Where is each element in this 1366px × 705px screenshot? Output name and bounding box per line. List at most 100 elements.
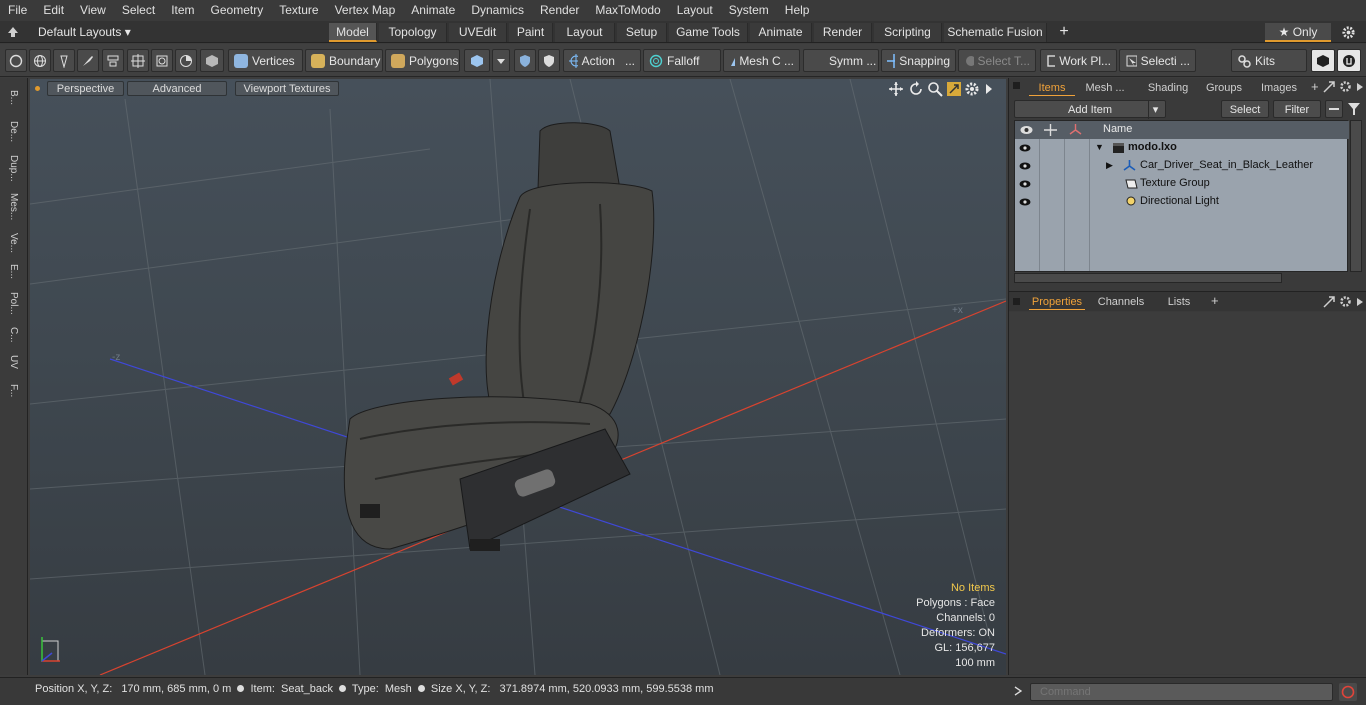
collapse-button[interactable] <box>1325 100 1343 118</box>
collapse-arrow-icon[interactable] <box>6 26 20 38</box>
menu-texture[interactable]: Texture <box>271 0 326 21</box>
tab-animate[interactable]: Animate <box>750 23 812 42</box>
item-row-car-seat[interactable]: ▶ Car_Driver_Seat_in_Black_Leather <box>1015 157 1349 175</box>
menu-dynamics[interactable]: Dynamics <box>463 0 532 21</box>
3d-viewport[interactable]: -z +x Perspective Advanced Viewport Text… <box>30 79 1006 675</box>
menu-animate[interactable]: Animate <box>403 0 463 21</box>
tab-groups[interactable]: Groups <box>1199 80 1249 96</box>
select-through-button[interactable]: Select T... <box>958 49 1036 72</box>
left-tab-vertex[interactable]: Ve... <box>4 228 22 258</box>
left-tab-basic[interactable]: B... <box>4 82 22 114</box>
selection-sets-button[interactable]: Selecti ... <box>1119 49 1196 72</box>
menu-help[interactable]: Help <box>777 0 818 21</box>
viewport-textures-button[interactable]: Viewport Textures <box>235 81 339 96</box>
tab-channels[interactable]: Channels <box>1095 294 1147 310</box>
panel-expand-icon[interactable] <box>1323 296 1335 308</box>
visibility-eye-icon[interactable] <box>1019 178 1031 190</box>
add-item-button[interactable]: Add Item ▾ <box>1014 100 1166 119</box>
select-circle-button[interactable] <box>5 49 27 72</box>
record-button[interactable] <box>1339 683 1357 701</box>
expand-arrow-icon[interactable]: ▶ <box>1106 160 1113 171</box>
brush-button[interactable] <box>77 49 99 72</box>
gear-icon[interactable] <box>1341 25 1356 40</box>
menu-geometry[interactable]: Geometry <box>203 0 272 21</box>
item-list-hscrollbar[interactable] <box>1014 273 1282 283</box>
shield-button-2[interactable] <box>538 49 560 72</box>
globe-button[interactable] <box>29 49 51 72</box>
viewport-expand-icon[interactable] <box>984 83 994 95</box>
item-row-modo-lxo[interactable]: ▼ modo.lxo <box>1015 139 1349 157</box>
menu-edit[interactable]: Edit <box>35 0 72 21</box>
tab-setup[interactable]: Setup <box>617 23 667 42</box>
tab-game-tools[interactable]: Game Tools <box>669 23 748 42</box>
menu-file[interactable]: File <box>0 0 35 21</box>
tab-mesh[interactable]: Mesh ... <box>1081 80 1129 96</box>
add-item-chevron-icon[interactable]: ▾ <box>1148 101 1162 119</box>
workplane-button[interactable]: Work Pl... <box>1040 49 1117 72</box>
advanced-button[interactable]: Advanced <box>127 81 227 96</box>
expand-arrow-icon[interactable]: ▼ <box>1095 142 1104 152</box>
panel-arrow-icon[interactable] <box>1356 82 1364 92</box>
tab-scripting[interactable]: Scripting <box>874 23 942 42</box>
tab-topology[interactable]: Topology <box>379 23 447 42</box>
visibility-eye-icon[interactable] <box>1019 160 1031 172</box>
pie-button[interactable] <box>175 49 197 72</box>
name-column-header[interactable]: Name <box>1103 123 1132 135</box>
filter-button[interactable]: Filter <box>1273 100 1321 118</box>
zoom-view-icon[interactable] <box>927 81 943 97</box>
menu-maxtomodo[interactable]: MaxToModo <box>587 0 668 21</box>
left-tab-deform[interactable]: De... <box>4 116 22 148</box>
menu-render[interactable]: Render <box>532 0 587 21</box>
panel-expand-icon[interactable] <box>1323 81 1335 93</box>
visibility-eye-icon[interactable] <box>1019 196 1031 208</box>
menu-select[interactable]: Select <box>114 0 163 21</box>
align-button[interactable] <box>102 49 124 72</box>
tab-lists[interactable]: Lists <box>1155 294 1203 310</box>
item-row-directional-light[interactable]: Directional Light <box>1015 193 1349 211</box>
action-center-button[interactable]: Action... <box>563 49 641 72</box>
select-button[interactable]: Select <box>1221 100 1269 118</box>
tab-properties[interactable]: Properties <box>1029 294 1085 310</box>
add-tab-button[interactable]: + <box>1056 22 1072 41</box>
layouts-dropdown[interactable]: Default Layouts ▾ <box>6 23 131 41</box>
add-properties-tab-button[interactable]: + <box>1211 293 1223 308</box>
viewport-gear-icon[interactable] <box>964 81 980 97</box>
left-tab-fusion[interactable]: F... <box>4 376 22 406</box>
left-tab-polygon[interactable]: Pol... <box>4 286 22 320</box>
menu-vertex-map[interactable]: Vertex Map <box>327 0 404 21</box>
item-list-scrollbar[interactable] <box>1350 120 1362 272</box>
tab-render[interactable]: Render <box>814 23 872 42</box>
falloff-button[interactable]: Falloff <box>643 49 721 72</box>
item-row-texture-group[interactable]: Texture Group <box>1015 175 1349 193</box>
only-toggle[interactable]: ★ Only <box>1265 23 1331 42</box>
left-tab-duplicate[interactable]: Dup... <box>4 150 22 186</box>
mesh-constraint-button[interactable]: Mesh C ... <box>723 49 800 72</box>
unity-button[interactable] <box>1311 49 1335 72</box>
add-panel-tab-button[interactable]: + <box>1311 79 1323 95</box>
visibility-eye-icon[interactable] <box>1019 142 1031 154</box>
menu-view[interactable]: View <box>72 0 114 21</box>
frame-button[interactable] <box>151 49 173 72</box>
tab-shading[interactable]: Shading <box>1137 80 1199 96</box>
item-mode-button[interactable] <box>200 49 224 72</box>
left-tab-curve[interactable]: C... <box>4 322 22 348</box>
move-view-icon[interactable] <box>888 81 904 97</box>
panel-gear-icon[interactable] <box>1339 80 1352 93</box>
filter-funnel-icon[interactable] <box>1347 102 1361 116</box>
menu-item[interactable]: Item <box>163 0 202 21</box>
maximize-view-icon[interactable] <box>946 81 962 97</box>
menu-system[interactable]: System <box>721 0 777 21</box>
tab-model[interactable]: Model <box>329 23 377 42</box>
pen-button[interactable] <box>53 49 75 72</box>
left-tab-mesh[interactable]: Mes... <box>4 188 22 226</box>
snapping-button[interactable]: Snapping <box>881 49 956 72</box>
left-tab-edge[interactable]: E... <box>4 260 22 284</box>
command-input[interactable] <box>1030 683 1333 701</box>
tab-layout[interactable]: Layout <box>555 23 615 42</box>
menu-layout[interactable]: Layout <box>669 0 721 21</box>
tab-uvedit[interactable]: UVEdit <box>449 23 507 42</box>
vertices-button[interactable]: Vertices <box>228 49 303 72</box>
tab-images[interactable]: Images <box>1253 80 1305 96</box>
left-tab-uv[interactable]: UV <box>4 350 22 374</box>
tab-schematic-fusion[interactable]: Schematic Fusion <box>944 23 1047 42</box>
